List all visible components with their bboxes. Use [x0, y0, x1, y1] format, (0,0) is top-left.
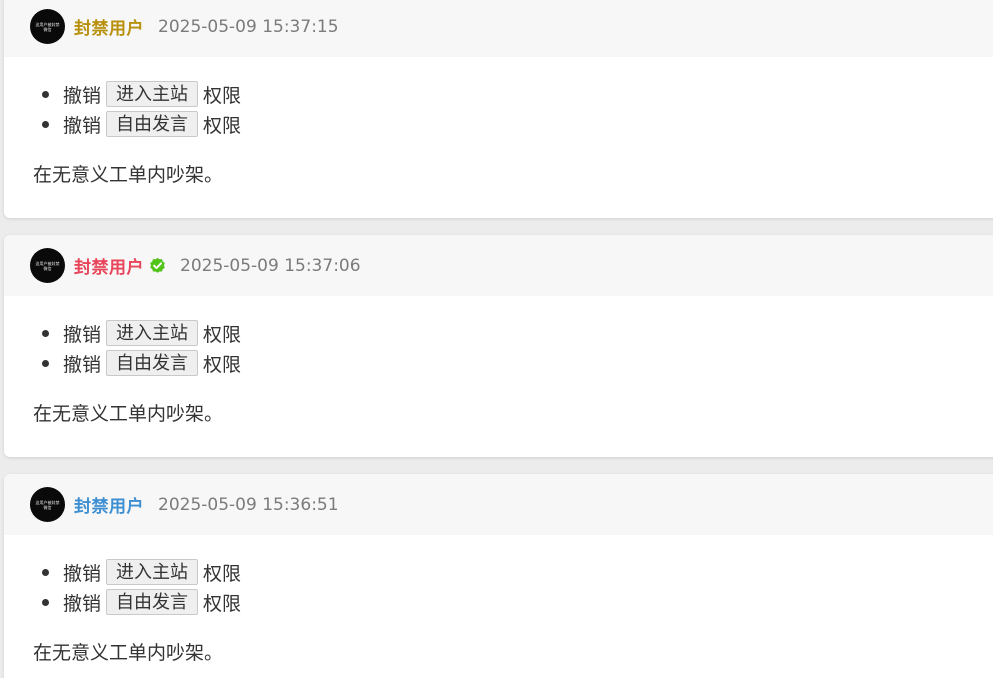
card-body: 撤销 进入主站 权限 撤销 自由发言 权限 在无意义工单内吵架。: [4, 296, 993, 426]
card-body: 撤销 进入主站 权限 撤销 自由发言 权限 在无意义工单内吵架。: [4, 535, 993, 665]
avatar[interactable]: 这用户被封禁 微信: [30, 248, 65, 283]
card-header: 这用户被封禁 微信 封禁用户 2025-05-09 15:37:06: [4, 235, 993, 296]
permission-suffix: 权限: [203, 592, 242, 615]
username-link[interactable]: 封禁用户: [74, 14, 144, 39]
timestamp: 2025-05-09 15:37:06: [180, 255, 361, 276]
avatar-text-line: 微信: [43, 265, 52, 271]
revoke-label: 撤销: [63, 562, 102, 585]
card-header: 这用户被封禁 微信 封禁用户 2025-05-09 15:37:15: [4, 0, 993, 57]
avatar-text-line: 微信: [43, 26, 52, 32]
permission-tag-main-site[interactable]: 进入主站: [106, 81, 199, 107]
permission-tag-free-speech[interactable]: 自由发言: [106, 111, 199, 137]
permission-suffix: 权限: [203, 84, 242, 107]
permission-tag-main-site[interactable]: 进入主站: [106, 559, 199, 585]
permission-item: 撤销 进入主站 权限: [42, 318, 993, 348]
avatar[interactable]: 这用户被封禁 微信: [30, 9, 65, 44]
moderation-card: 这用户被封禁 微信 封禁用户 2025-05-09 15:37:06 撤销 进入…: [4, 235, 993, 457]
avatar-text-line: 微信: [43, 504, 52, 510]
timestamp: 2025-05-09 15:36:51: [158, 494, 339, 515]
revoke-label: 撤销: [63, 592, 102, 615]
username-link[interactable]: 封禁用户: [74, 492, 144, 517]
avatar[interactable]: 这用户被封禁 微信: [30, 487, 65, 522]
permission-list: 撤销 进入主站 权限 撤销 自由发言 权限: [33, 79, 993, 139]
card-body: 撤销 进入主站 权限 撤销 自由发言 权限 在无意义工单内吵架。: [4, 57, 993, 187]
permission-suffix: 权限: [203, 323, 242, 346]
permission-list: 撤销 进入主站 权限 撤销 自由发言 权限: [33, 557, 993, 617]
revoke-label: 撤销: [63, 84, 102, 107]
permission-list: 撤销 进入主站 权限 撤销 自由发言 权限: [33, 318, 993, 378]
permission-item: 撤销 自由发言 权限: [42, 109, 993, 139]
ban-reason: 在无意义工单内吵架。: [33, 642, 224, 664]
username-link[interactable]: 封禁用户: [74, 253, 144, 278]
revoke-label: 撤销: [63, 353, 102, 376]
permission-suffix: 权限: [203, 114, 242, 137]
verified-badge-icon: [150, 257, 165, 273]
permission-item: 撤销 进入主站 权限: [42, 79, 993, 109]
permission-tag-main-site[interactable]: 进入主站: [106, 320, 199, 346]
ban-reason: 在无意义工单内吵架。: [33, 164, 224, 186]
card-header: 这用户被封禁 微信 封禁用户 2025-05-09 15:36:51: [4, 474, 993, 535]
moderation-card: 这用户被封禁 微信 封禁用户 2025-05-09 15:37:15 撤销 进入…: [4, 0, 993, 218]
revoke-label: 撤销: [63, 114, 102, 137]
permission-tag-free-speech[interactable]: 自由发言: [106, 350, 199, 376]
timestamp: 2025-05-09 15:37:15: [158, 16, 339, 37]
verified-badge-shape: [150, 257, 165, 273]
permission-item: 撤销 自由发言 权限: [42, 348, 993, 378]
permission-suffix: 权限: [203, 562, 242, 585]
permission-item: 撤销 进入主站 权限: [42, 557, 993, 587]
ban-reason: 在无意义工单内吵架。: [33, 403, 224, 425]
revoke-label: 撤销: [63, 323, 102, 346]
permission-item: 撤销 自由发言 权限: [42, 587, 993, 617]
permission-suffix: 权限: [203, 353, 242, 376]
moderation-card: 这用户被封禁 微信 封禁用户 2025-05-09 15:36:51 撤销 进入…: [4, 474, 993, 678]
permission-tag-free-speech[interactable]: 自由发言: [106, 589, 199, 615]
moderation-feed: 这用户被封禁 微信 封禁用户 2025-05-09 15:37:15 撤销 进入…: [0, 0, 993, 678]
